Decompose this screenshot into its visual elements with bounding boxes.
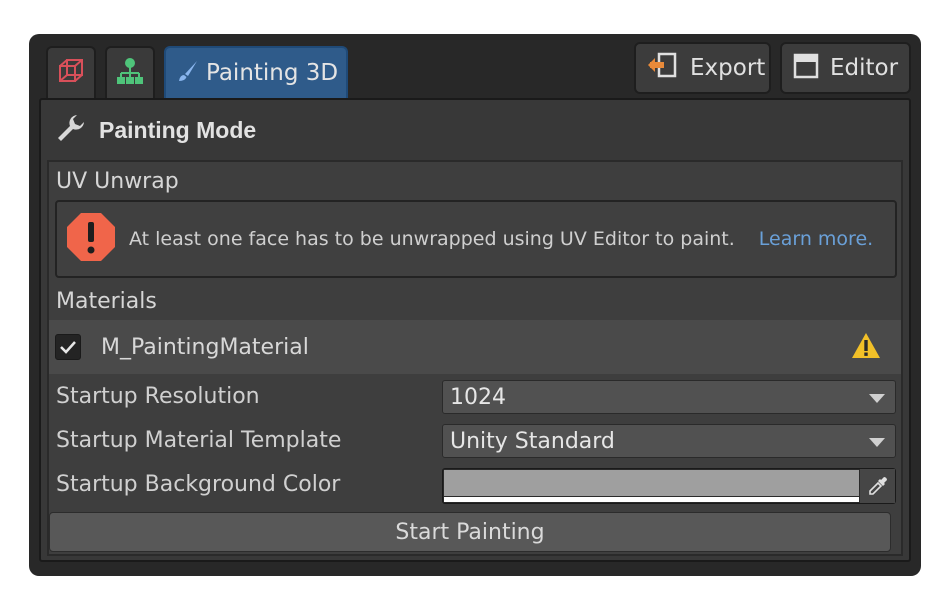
checkmark-icon bbox=[60, 341, 76, 354]
startup-template-value: Unity Standard bbox=[450, 428, 615, 454]
startup-bg-color-label: Startup Background Color bbox=[56, 472, 341, 497]
hierarchy-icon bbox=[116, 57, 144, 89]
startup-template-label: Startup Material Template bbox=[56, 428, 342, 453]
uv-unwrap-label: UV Unwrap bbox=[56, 169, 179, 194]
uv-error-message: At least one face has to be unwrapped us… bbox=[129, 228, 735, 250]
material-row[interactable]: M_PaintingMaterial bbox=[49, 320, 901, 374]
editor-label: Editor bbox=[830, 55, 899, 81]
wrench-icon bbox=[55, 112, 87, 148]
eyedropper-icon bbox=[868, 477, 887, 495]
material-name: M_PaintingMaterial bbox=[101, 334, 309, 360]
startup-resolution-value: 1024 bbox=[450, 384, 506, 410]
startup-resolution-dropdown[interactable]: 1024 bbox=[442, 380, 896, 414]
uv-error-helpbox: At least one face has to be unwrapped us… bbox=[55, 200, 897, 278]
startup-template-dropdown[interactable]: Unity Standard bbox=[442, 424, 896, 458]
warning-icon[interactable] bbox=[851, 332, 881, 364]
start-painting-button[interactable]: Start Painting bbox=[49, 512, 891, 552]
startup-bg-color-field[interactable] bbox=[442, 468, 896, 504]
export-button[interactable]: Export bbox=[634, 42, 771, 94]
material-checkbox[interactable] bbox=[55, 334, 81, 360]
eyedropper-button[interactable] bbox=[859, 469, 895, 503]
alpha-bar bbox=[444, 497, 860, 502]
chevron-down-icon bbox=[869, 394, 885, 403]
panel-header: Painting Mode bbox=[41, 100, 909, 160]
error-octagon-icon bbox=[65, 211, 117, 267]
mesh-cube-icon bbox=[57, 57, 85, 89]
chevron-down-icon bbox=[869, 438, 885, 447]
color-swatch[interactable] bbox=[444, 470, 860, 496]
export-label: Export bbox=[690, 55, 766, 81]
painting-mode-panel: Painting Mode UV Unwrap At least one fac… bbox=[39, 98, 911, 562]
editor-button[interactable]: Editor bbox=[780, 42, 911, 94]
paintbrush-icon bbox=[176, 59, 200, 87]
tab-hierarchy[interactable] bbox=[105, 46, 155, 98]
painting-window: Painting 3D Export Editor Painting Mode … bbox=[29, 34, 921, 576]
startup-resolution-label: Startup Resolution bbox=[56, 384, 260, 409]
tab-mesh[interactable] bbox=[46, 46, 96, 98]
tab-painting-3d[interactable]: Painting 3D bbox=[164, 46, 348, 98]
panel-title: Painting Mode bbox=[99, 116, 257, 143]
materials-label: Materials bbox=[56, 289, 157, 314]
learn-more-link[interactable]: Learn more. bbox=[759, 228, 873, 250]
panel-content: UV Unwrap At least one face has to be un… bbox=[47, 160, 903, 556]
export-icon bbox=[646, 51, 680, 85]
window-icon bbox=[792, 52, 820, 84]
tab-painting-3d-label: Painting 3D bbox=[206, 60, 339, 86]
